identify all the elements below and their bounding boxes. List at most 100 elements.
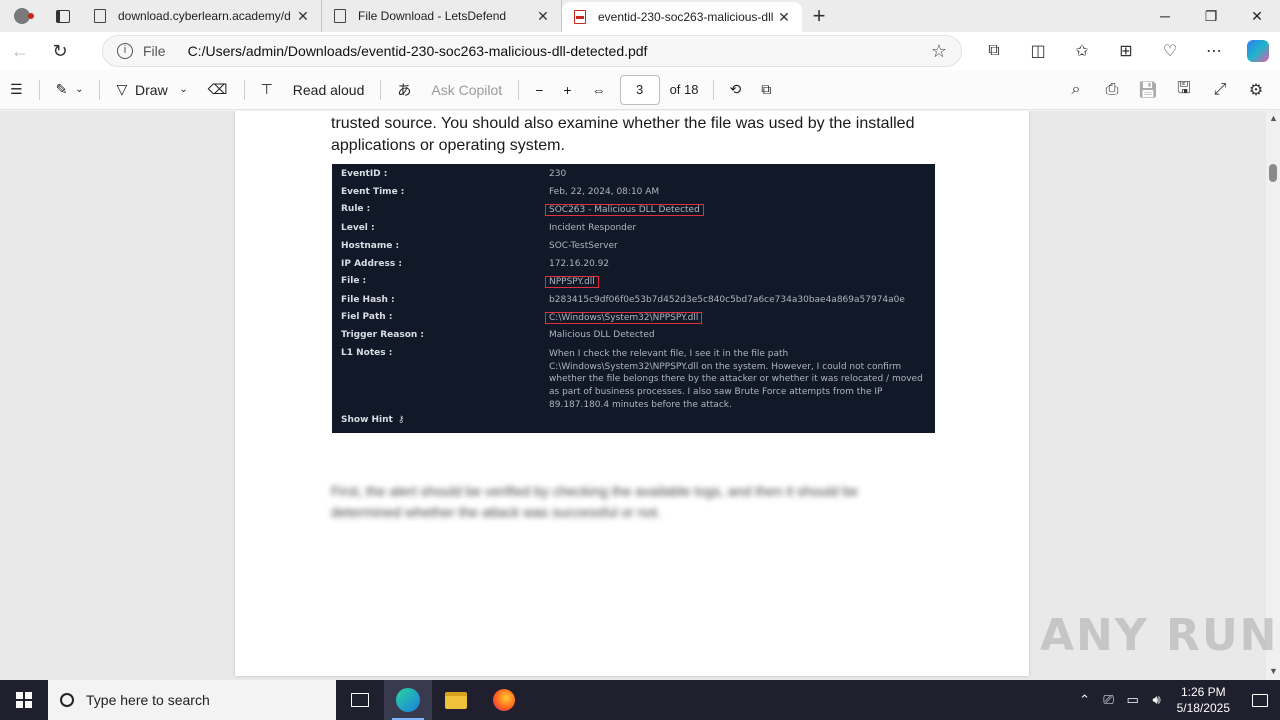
pdf-icon bbox=[574, 10, 586, 24]
close-window-button[interactable]: ✕ bbox=[1234, 0, 1280, 32]
tab-letsdefend[interactable]: File Download - LetsDefend ✕ bbox=[322, 0, 562, 32]
fit-width-icon: ⇔ bbox=[591, 81, 606, 98]
key-icon: ⚷ bbox=[397, 415, 405, 425]
taskbar: Type here to search ⌃ ⎚ ▭ 🔊︎ 1:26 PM 5/1… bbox=[0, 680, 1280, 720]
favorites-icon[interactable]: ✩ bbox=[1060, 41, 1104, 61]
alert-row: Trigger Reason : Malicious DLL Detected bbox=[341, 330, 655, 340]
edge-taskbar-button[interactable] bbox=[384, 680, 432, 720]
tab-actions-button[interactable] bbox=[44, 9, 82, 23]
translate-button[interactable]: あ bbox=[387, 70, 421, 110]
hint-label: Show Hint bbox=[341, 415, 393, 425]
info-icon[interactable]: i bbox=[117, 43, 133, 59]
tab-cyberlearn[interactable]: download.cyberlearn.academy/d ✕ bbox=[82, 0, 322, 32]
find-icon[interactable]: ⌕ bbox=[1058, 81, 1094, 99]
split-screen-icon[interactable]: ◫ bbox=[1016, 41, 1060, 61]
address-bar[interactable]: i File C:/Users/admin/Downloads/eventid-… bbox=[102, 35, 962, 67]
file-explorer-button[interactable] bbox=[432, 680, 480, 720]
page-view-button[interactable]: ⧉ bbox=[751, 70, 781, 110]
browser-essentials-icon[interactable]: ♡ bbox=[1148, 41, 1192, 61]
alert-value: Feb, 22, 2024, 08:10 AM bbox=[549, 187, 660, 197]
close-tab-icon[interactable]: ✕ bbox=[533, 8, 553, 25]
rotate-button[interactable]: ⟲ bbox=[720, 70, 752, 110]
firefox-icon bbox=[493, 689, 515, 711]
minus-icon: − bbox=[535, 81, 544, 98]
windows-logo-icon bbox=[16, 692, 32, 708]
copilot-button[interactable] bbox=[1236, 40, 1280, 62]
notification-icon bbox=[1252, 693, 1268, 707]
minimize-button[interactable]: ─ bbox=[1142, 0, 1188, 32]
chevron-down-icon[interactable]: ⌄ bbox=[179, 84, 187, 95]
notification-dot bbox=[28, 13, 34, 19]
alert-row: Hostname : SOC-TestServer bbox=[341, 241, 618, 251]
scheme-label: File bbox=[143, 43, 166, 59]
new-tab-button[interactable]: + bbox=[802, 0, 836, 32]
copilot-icon bbox=[1247, 40, 1269, 62]
back-button[interactable]: ← bbox=[0, 32, 40, 70]
draw-button[interactable]: ▽ Draw ⌄ bbox=[106, 70, 197, 110]
extensions-icon[interactable]: ⧉ bbox=[972, 42, 1016, 60]
close-tab-icon[interactable]: ✕ bbox=[774, 9, 794, 26]
volume-icon[interactable]: 🔊︎ bbox=[1145, 692, 1169, 708]
address-toolbar: ← ↻ i File C:/Users/admin/Downloads/even… bbox=[0, 32, 1280, 70]
chevron-down-icon[interactable]: ⌄ bbox=[75, 84, 83, 95]
alert-key: Hostname : bbox=[341, 241, 400, 251]
save-as-icon[interactable]: 🖫 bbox=[1166, 77, 1202, 104]
clock-date: 5/18/2025 bbox=[1176, 701, 1230, 715]
alert-key: Level : bbox=[341, 223, 375, 233]
translate-icon: あ bbox=[397, 81, 412, 98]
ask-copilot-label: Ask Copilot bbox=[431, 81, 503, 98]
vertical-scrollbar[interactable]: ▲ ▼ bbox=[1266, 111, 1280, 680]
alert-key: EventID : bbox=[341, 169, 388, 179]
profile-avatar-button[interactable] bbox=[0, 8, 44, 24]
alert-row: Fiel Path : C:\Windows\System32\NPPSPY.dl… bbox=[341, 312, 703, 324]
scrollbar-thumb[interactable] bbox=[1269, 164, 1277, 182]
fit-page-button[interactable]: ⇔ bbox=[582, 70, 616, 110]
scroll-up-icon[interactable]: ▲ bbox=[1269, 113, 1278, 123]
favorite-star-icon[interactable]: ☆ bbox=[931, 41, 947, 62]
anyrun-watermark: ANY RUN bbox=[1040, 610, 1279, 661]
network-icon[interactable]: ▭ bbox=[1121, 692, 1145, 708]
tab-pdf-active[interactable]: eventid-230-soc263-malicious-dll ✕ bbox=[562, 2, 802, 32]
refresh-button[interactable]: ↻ bbox=[40, 32, 80, 70]
fullscreen-icon[interactable]: ⤢ bbox=[1202, 81, 1238, 99]
pdf-viewer[interactable]: digital signature of the file to determi… bbox=[0, 111, 1280, 680]
highlight-button[interactable]: ✎ ⌄ bbox=[46, 70, 94, 110]
restore-button[interactable]: ❐ bbox=[1188, 0, 1234, 32]
alert-row: Rule : SOC263 - Malicious DLL Detected bbox=[341, 204, 704, 216]
collections-icon[interactable]: ⊞ bbox=[1104, 41, 1148, 61]
start-button[interactable] bbox=[0, 680, 48, 720]
settings-gear-icon[interactable]: ⚙ bbox=[1238, 80, 1274, 100]
save-icon[interactable]: 💾︎ bbox=[1130, 80, 1166, 100]
read-aloud-button[interactable]: Read aloud bbox=[283, 70, 375, 110]
page-number-input[interactable]: 3 bbox=[619, 74, 660, 105]
taskbar-search-box[interactable]: Type here to search bbox=[48, 680, 336, 720]
print-icon[interactable]: ⎙ bbox=[1094, 81, 1130, 99]
ask-copilot-button[interactable]: Ask Copilot bbox=[421, 70, 512, 110]
task-view-button[interactable] bbox=[336, 680, 384, 720]
chevron-up-icon[interactable]: ⌃ bbox=[1073, 692, 1097, 708]
clock[interactable]: 1:26 PM 5/18/2025 bbox=[1177, 684, 1230, 716]
alert-row: EventID : 230 bbox=[341, 169, 566, 179]
list-icon: ☰ bbox=[10, 81, 23, 97]
url-text[interactable]: C:/Users/admin/Downloads/eventid-230-soc… bbox=[188, 43, 648, 59]
zoom-out-button[interactable]: − bbox=[525, 70, 553, 110]
device-icon[interactable]: ⎚ bbox=[1097, 692, 1121, 708]
system-tray: ⌃ ⎚ ▭ 🔊︎ 1:26 PM 5/18/2025 bbox=[1073, 680, 1280, 720]
edge-icon bbox=[396, 688, 420, 712]
zoom-in-button[interactable]: + bbox=[553, 70, 581, 110]
contents-button[interactable]: ☰ bbox=[0, 70, 33, 110]
eraser-icon: ⌫ bbox=[207, 81, 228, 97]
tab-strip: download.cyberlearn.academy/d ✕ File Dow… bbox=[0, 0, 1280, 32]
alert-value: SOC-TestServer bbox=[549, 241, 618, 251]
erase-button[interactable]: ⌫ bbox=[198, 70, 238, 110]
alert-notes-row: L1 Notes : When I check the relevant file… bbox=[341, 348, 931, 412]
scroll-down-icon[interactable]: ▼ bbox=[1269, 666, 1278, 676]
alert-value-highlighted: C:\Windows\System32\NPPSPY.dll bbox=[545, 312, 703, 324]
alert-key: L1 Notes : bbox=[341, 348, 393, 358]
firefox-button[interactable] bbox=[480, 680, 528, 720]
add-text-button[interactable]: ⊤ bbox=[251, 70, 283, 110]
close-tab-icon[interactable]: ✕ bbox=[293, 8, 313, 25]
notifications-button[interactable] bbox=[1240, 680, 1280, 720]
more-menu-icon[interactable]: ⋯ bbox=[1192, 41, 1236, 61]
tab-title: download.cyberlearn.academy/d bbox=[118, 9, 291, 23]
